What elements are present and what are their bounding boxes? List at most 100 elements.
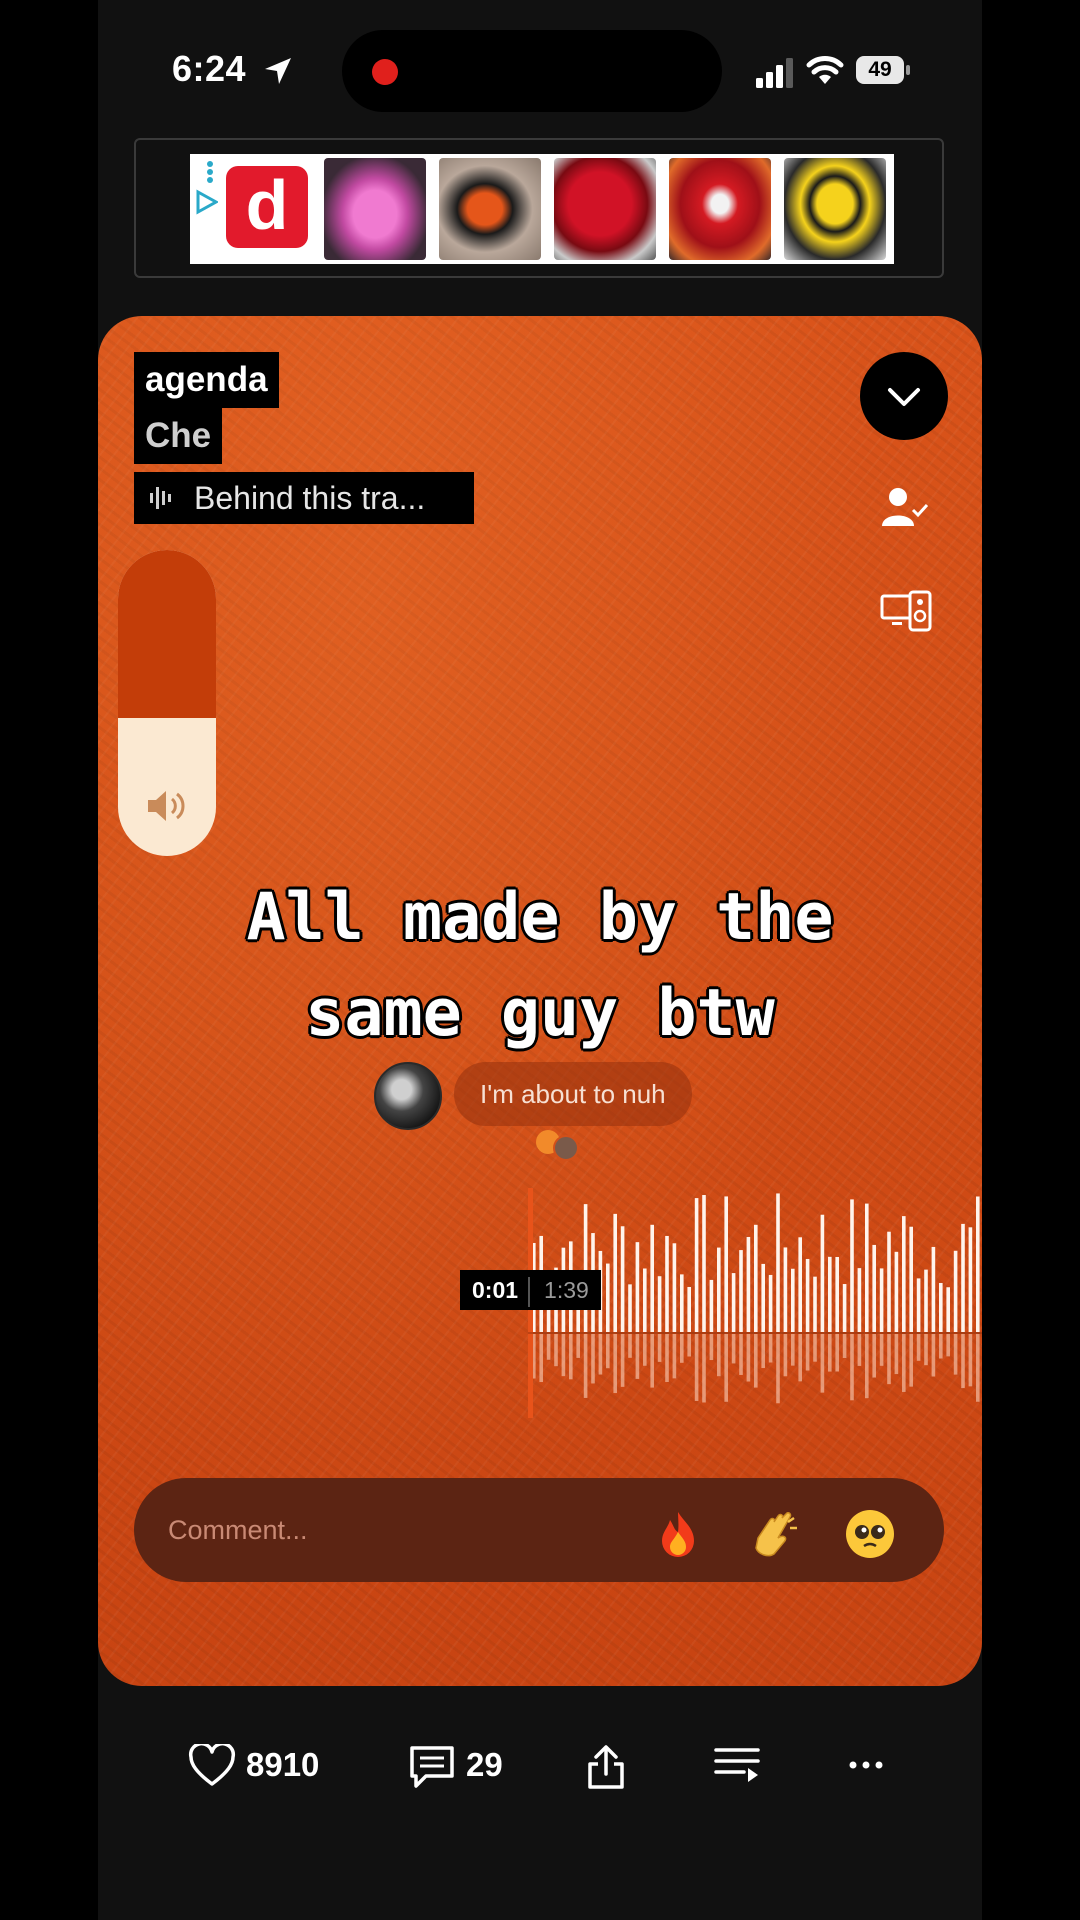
waveform-bar (583, 1204, 588, 1332)
waveform-bar (702, 1195, 706, 1332)
audio-wave-icon (150, 487, 171, 509)
like-button[interactable]: 8910 (188, 1720, 328, 1810)
add-to-queue-button[interactable] (714, 1720, 764, 1810)
comment-input[interactable]: Comment... (134, 1478, 944, 1582)
waveform-bar (606, 1263, 610, 1332)
waveform-bar (931, 1246, 936, 1332)
comments-button[interactable]: 29 (408, 1720, 518, 1810)
waveform-bar (902, 1216, 906, 1332)
waveform-reflection-bar (968, 1334, 973, 1387)
recording-indicator-icon (372, 59, 398, 85)
ad-product-image-pink-sneakers[interactable] (324, 158, 426, 260)
waveform-bar (791, 1268, 795, 1332)
share-icon (588, 1745, 624, 1789)
waveform-reflection-bar (746, 1334, 751, 1382)
waveform-bar (924, 1269, 928, 1332)
waveform-bar (776, 1193, 780, 1332)
pleading-face-reaction-icon[interactable] (844, 1508, 896, 1560)
volume-fill (118, 550, 216, 718)
volume-slider[interactable] (118, 550, 216, 856)
waveform-reflection-bar (739, 1334, 743, 1375)
waveform-reflection-bar (554, 1334, 558, 1367)
waveform-reflection-bar (828, 1334, 832, 1372)
waveform-bar (805, 1258, 810, 1332)
waveform-reflection-bar (976, 1334, 980, 1402)
ad-product-image-red-jacket[interactable] (554, 158, 656, 260)
connect-device-icon[interactable] (880, 590, 932, 632)
waveform-bar (613, 1213, 617, 1332)
waveform-reflection-bar (591, 1334, 595, 1384)
battery-level: 49 (856, 56, 904, 84)
waveform-reflection-bar (539, 1334, 543, 1383)
waveform-reflection-bar (909, 1334, 913, 1387)
waveform-reflection-bar (805, 1334, 810, 1371)
waveform-reflection-bar (939, 1334, 943, 1359)
waveform-bar (946, 1287, 950, 1332)
reaction-avatars-icon (536, 1130, 579, 1161)
ad-choices-icon[interactable] (194, 160, 218, 220)
commenter-avatar[interactable] (374, 1062, 442, 1130)
waveform-reflection-bar (657, 1334, 662, 1362)
waveform-reflection-bar (887, 1334, 891, 1385)
caption-line-2: same guy btw (305, 976, 775, 1051)
waveform-reflection-bar (953, 1334, 958, 1375)
ad-product-image-red-sneakers[interactable] (669, 158, 771, 260)
comment-placeholder: Comment... (168, 1515, 308, 1545)
behind-this-track-button[interactable]: Behind this tra... (134, 472, 474, 524)
waveform-bar (680, 1274, 684, 1332)
waveform-reflection-bar (783, 1334, 788, 1377)
waveform-reflection-bar (561, 1334, 566, 1377)
waveform-bar (835, 1256, 839, 1332)
more-options-button[interactable] (848, 1720, 888, 1810)
current-time: 0:01 (472, 1277, 519, 1303)
dynamic-island (342, 30, 722, 112)
speaker-icon (148, 791, 185, 821)
comment-icon (410, 1746, 454, 1788)
waveform-bar (828, 1256, 832, 1332)
waveform-reflection-bar (606, 1334, 610, 1369)
track-duration: 1:39 (544, 1277, 589, 1303)
waveform-reflection-bar (687, 1334, 691, 1357)
waveform-reflection-bar (879, 1334, 884, 1366)
ad-product-image-yellow-sneakers[interactable] (784, 158, 886, 260)
waveform-reflection-bar (902, 1334, 906, 1392)
collapse-player-button[interactable] (860, 352, 948, 440)
waveform-bar (694, 1198, 699, 1332)
waveform-reflection-bar (820, 1334, 825, 1393)
waveform-bar (783, 1247, 788, 1332)
ad-brand-logo[interactable]: d (226, 166, 308, 248)
waveform-bar (635, 1242, 640, 1332)
waveform-bar (887, 1231, 891, 1332)
waveform-reflection-bar (569, 1334, 573, 1380)
waveform-reflection-bar (961, 1334, 965, 1389)
player-card[interactable]: agenda Che Behind this tra... All made b… (98, 316, 982, 1686)
heart-icon (188, 1744, 236, 1786)
fire-reaction-icon[interactable] (652, 1508, 704, 1560)
battery-icon: 49 (856, 56, 912, 86)
waveform-bar (850, 1199, 854, 1332)
waveform-bar (842, 1284, 847, 1332)
share-button[interactable] (586, 1720, 630, 1810)
waveform-reflection-bar (709, 1334, 714, 1361)
caption-line-1: All made by the (246, 880, 834, 955)
waveform-bar (909, 1226, 913, 1332)
waveform-reflection-bar (598, 1334, 603, 1375)
comment-bubble[interactable]: I'm about to nuh (454, 1062, 692, 1126)
waveform-reflection-bar (850, 1334, 854, 1401)
track-title[interactable]: agenda (134, 352, 279, 408)
waveform-reflection-bar (620, 1334, 625, 1387)
waveform-reflection-bar (702, 1334, 706, 1403)
ad-banner[interactable]: d (134, 138, 944, 278)
ad-content[interactable]: d (190, 154, 894, 264)
waveform-bar (879, 1268, 884, 1332)
waveform-bar (953, 1250, 958, 1332)
artist-name[interactable]: Che (134, 408, 223, 464)
follow-user-icon[interactable] (880, 486, 930, 530)
waveform-bar (894, 1251, 899, 1332)
clap-reaction-icon[interactable] (748, 1508, 800, 1560)
ad-product-image-orange-dunks[interactable] (439, 158, 541, 260)
waveform-reflection-bar (776, 1334, 780, 1404)
waveform-reflection-bar (768, 1334, 773, 1363)
waveform-bar (724, 1196, 728, 1332)
waveform-reflection-bar (665, 1334, 669, 1383)
